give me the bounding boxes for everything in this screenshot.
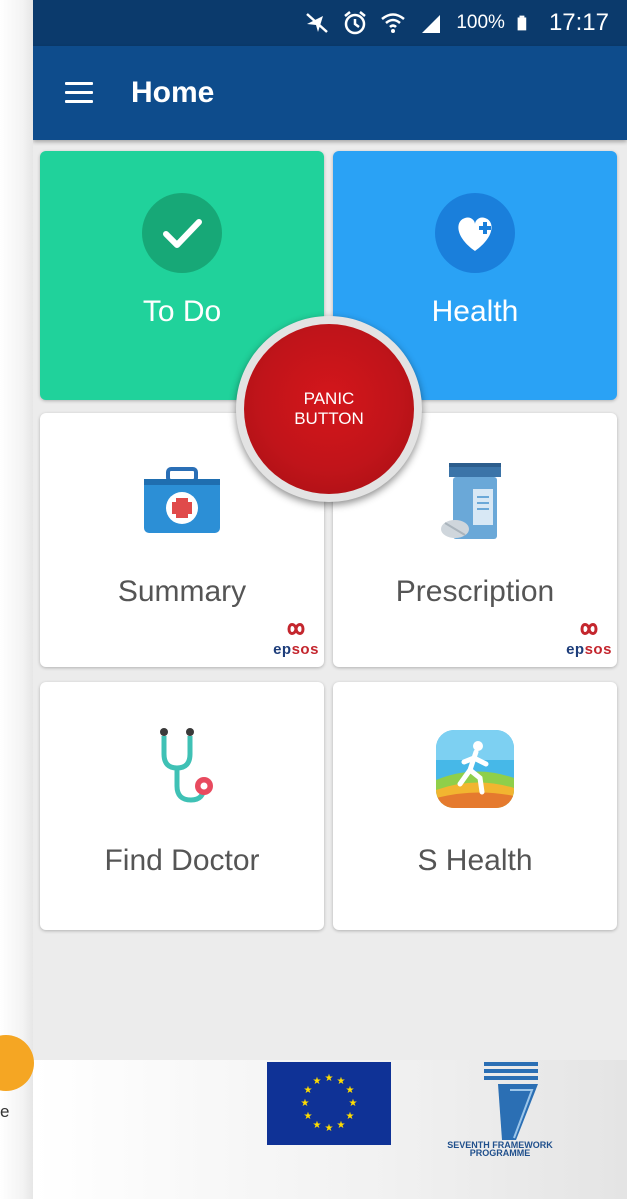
svg-text:★: ★	[337, 1076, 346, 1087]
alarm-icon	[344, 11, 367, 35]
panic-button-line1: PANIC	[303, 389, 355, 408]
fp7-line2: PROGRAMME	[470, 1148, 531, 1156]
signal-icon	[422, 15, 441, 33]
svg-text:★: ★	[325, 1123, 334, 1134]
s-health-label: S Health	[417, 844, 533, 877]
pill-bottle-icon	[441, 463, 501, 539]
heart-plus-icon	[435, 193, 515, 273]
svg-text:★: ★	[301, 1098, 310, 1109]
prescription-label: Prescription	[395, 575, 555, 608]
find-doctor-tile[interactable]: Find Doctor	[40, 682, 324, 930]
summary-label: Summary	[117, 575, 247, 608]
svg-text:★: ★	[349, 1098, 358, 1109]
left-background	[0, 0, 33, 1199]
stethoscope-icon	[160, 728, 213, 803]
battery-percent: 100%	[456, 12, 505, 33]
wifi-icon	[381, 13, 406, 33]
s-health-tile[interactable]: S Health	[333, 682, 617, 930]
fp7-logo: SEVENTH FRAMEWORK PROGRAMME	[447, 1062, 553, 1156]
runner-icon	[436, 730, 514, 808]
battery-icon	[517, 15, 527, 31]
app-bar: Home	[33, 46, 627, 140]
mute-icon	[306, 13, 329, 33]
svg-text:★: ★	[313, 1076, 322, 1087]
svg-text:★: ★	[325, 1073, 334, 1084]
find-doctor-label: Find Doctor	[104, 844, 260, 877]
panic-button-face: PANIC BUTTON	[244, 324, 414, 494]
svg-text:★: ★	[313, 1120, 322, 1131]
panic-button-line2: BUTTON	[294, 409, 364, 428]
epsos-logo: epsos	[563, 621, 615, 661]
eu-flag-logo: ★ ★ ★ ★ ★ ★ ★ ★ ★ ★ ★ ★	[267, 1062, 391, 1145]
medical-kit-icon	[144, 467, 220, 533]
panic-button[interactable]: PANIC BUTTON	[236, 316, 422, 502]
edge-text: e	[0, 1102, 10, 1121]
status-bar: 100% 17:17	[33, 0, 627, 46]
svg-text:★: ★	[346, 1085, 355, 1096]
svg-text:★: ★	[346, 1111, 355, 1122]
svg-text:★: ★	[304, 1085, 313, 1096]
svg-text:★: ★	[337, 1120, 346, 1131]
hamburger-menu-icon[interactable]	[65, 80, 99, 106]
health-label: Health	[431, 295, 519, 328]
phone-screen: 100% 17:17 Home To Do Health Summary eps…	[33, 0, 627, 1060]
page-title: Home	[131, 76, 215, 109]
clock-time: 17:17	[548, 9, 609, 36]
epsos-logo: epsos	[270, 621, 322, 661]
checkmark-icon	[142, 193, 222, 273]
todo-label: To Do	[142, 295, 222, 328]
svg-text:★: ★	[304, 1111, 313, 1122]
